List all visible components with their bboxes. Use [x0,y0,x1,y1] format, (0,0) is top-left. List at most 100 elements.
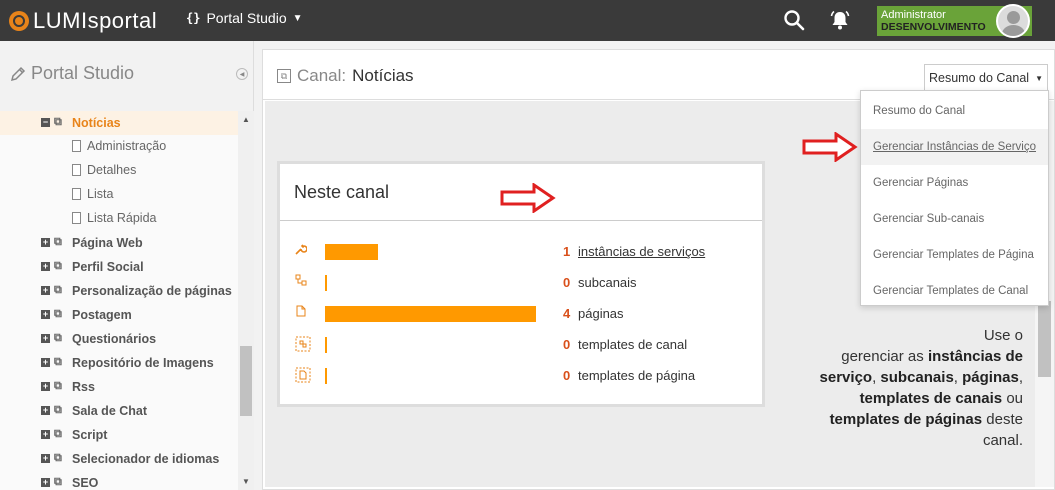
help-text-bold: instâncias de [927,348,1023,365]
sidebar-title-label: Portal Studio [31,63,135,83]
logo-suffix: sportal [87,8,158,33]
menu-item-resumo[interactable]: Resumo do Canal [861,93,1048,129]
tree-item-script[interactable]: + ⧉ Script [0,423,238,447]
tree-item-pagina-web[interactable]: + ⧉ Página Web [0,231,238,255]
collapse-sidebar-button[interactable]: ◀ [236,68,248,80]
tree-item-noticias[interactable]: − ⧉ Notícias [0,111,238,135]
stat-bar [325,275,327,291]
bell-icon[interactable] [829,9,851,31]
portal-studio-menu[interactable]: {} Portal Studio ▼ [186,10,303,26]
sidebar-title: Portal Studio [10,63,134,84]
channel-icon: ⧉ [54,476,62,488]
tree-item-label: Lista [87,187,114,201]
stat-row-instancias: 1 instâncias de serviços [280,240,762,264]
stat-row-templates-canal: 0 templates de canal [280,333,762,357]
expand-node-icon[interactable]: + [41,358,50,367]
expand-node-icon[interactable]: + [41,286,50,295]
annotation-arrow-icon [500,183,556,213]
help-text-bold: templates de páginas [829,411,983,428]
tree-item-label: Página Web [72,236,143,250]
channel-icon: ⧉ [54,452,62,464]
tree-item-label: Postagem [72,308,132,322]
stat-row-templates-pagina: 0 templates de página [280,364,762,388]
expand-node-icon[interactable]: + [41,430,50,439]
stat-count: 0 [563,337,571,352]
page-icon [72,140,81,152]
channel-icon: ⧉ [54,236,62,248]
tree-item-label: Personalização de páginas [72,284,232,298]
expand-node-icon[interactable]: + [41,478,50,487]
help-text-bold: subcanais [880,369,954,386]
channel-icon: ⧉ [54,356,62,368]
tree-item-label: Sala de Chat [72,404,148,418]
stat-label: templates de canal [578,337,688,352]
search-icon[interactable] [783,9,805,31]
view-select-button[interactable]: Resumo do Canal ▼ [924,64,1048,92]
expand-node-icon[interactable]: + [41,334,50,343]
stat-row-subcanais: 0 subcanais [280,271,762,295]
help-text-part: deste [986,411,1023,428]
tree-item-label: Notícias [72,116,121,130]
main-scroll-thumb[interactable] [1038,301,1051,377]
scroll-down-icon[interactable]: ▼ [242,477,250,486]
expand-node-icon[interactable]: + [41,406,50,415]
menu-item-gerenciar-templates-canal[interactable]: Gerenciar Templates de Canal [861,273,1048,309]
tree-item-seo[interactable]: + ⧉ SEO [0,471,238,490]
help-text-part: canal. [982,432,1023,449]
caret-down-icon: ▼ [292,12,303,24]
stat-bar [325,368,327,384]
stat-label: páginas [578,306,624,321]
tree-item-label: Lista Rápida [87,211,157,225]
tree-item-label: Script [72,428,108,442]
menu-item-gerenciar-templates-pagina[interactable]: Gerenciar Templates de Página [861,237,1048,273]
tree-page-administracao[interactable]: Administração [0,135,238,159]
stat-bar [325,337,327,353]
pencil-icon [10,66,26,81]
page-icon [72,188,81,200]
tree-item-rss[interactable]: + ⧉ Rss [0,375,238,399]
expand-node-icon[interactable]: + [41,454,50,463]
menu-item-gerenciar-subcanais[interactable]: Gerenciar Sub-canais [861,201,1048,237]
tree-item-personalizacao[interactable]: + ⧉ Personalização de páginas [0,279,238,303]
instancias-link[interactable]: instâncias de serviços [578,244,705,259]
help-text-part: , [872,369,877,386]
tree-page-lista[interactable]: Lista [0,183,238,207]
title-prefix: Canal: [297,66,347,85]
tree-page-lista-rapida[interactable]: Lista Rápida [0,207,238,231]
expand-node-icon[interactable]: + [41,310,50,319]
tree-item-perfil-social[interactable]: + ⧉ Perfil Social [0,255,238,279]
tree-item-repositorio[interactable]: + ⧉ Repositório de Imagens [0,351,238,375]
help-text-part: gerenciar as [841,348,924,365]
tree-item-sala-de-chat[interactable]: + ⧉ Sala de Chat [0,399,238,423]
tree-item-questionarios[interactable]: + ⧉ Questionários [0,327,238,351]
tree-item-selecionador[interactable]: + ⧉ Selecionador de idiomas [0,447,238,471]
menu-item-gerenciar-paginas[interactable]: Gerenciar Páginas [861,165,1048,201]
channel-tree: − ⧉ Notícias Administração Detalhes List… [0,111,238,490]
tree-page-detalhes[interactable]: Detalhes [0,159,238,183]
collapse-node-icon[interactable]: − [41,118,50,127]
view-select-menu: Resumo do Canal Gerenciar Instâncias de … [860,90,1049,306]
scroll-up-icon[interactable]: ▲ [242,115,250,124]
menu-item-gerenciar-instancias[interactable]: Gerenciar Instâncias de Serviço [861,129,1048,165]
channel-icon: ⧉ [54,404,62,416]
avatar[interactable] [996,4,1030,38]
sidebar-scroll-thumb[interactable] [240,346,252,416]
lumis-logo[interactable]: LUMIsportal [9,8,158,33]
help-text-part: Use o [983,327,1023,344]
expand-node-icon[interactable]: + [41,262,50,271]
sidebar-scrollbar[interactable]: ▲ ▼ [238,111,254,490]
help-text-part: ou [1006,390,1023,407]
help-text-part: , [953,369,958,386]
channel-icon: ⧉ [54,284,62,296]
expand-node-icon[interactable]: + [41,382,50,391]
caret-down-icon: ▼ [1035,73,1043,83]
expand-node-icon[interactable]: + [41,238,50,247]
stat-bar [325,244,378,260]
lumis-logo-icon [9,11,29,31]
help-text-part: , [1018,369,1023,386]
tree-item-label: SEO [72,476,99,490]
tree-item-postagem[interactable]: + ⧉ Postagem [0,303,238,327]
stat-count: 4 [563,306,571,321]
annotation-arrow-icon [802,132,858,162]
help-text-bold: páginas [962,369,1019,386]
